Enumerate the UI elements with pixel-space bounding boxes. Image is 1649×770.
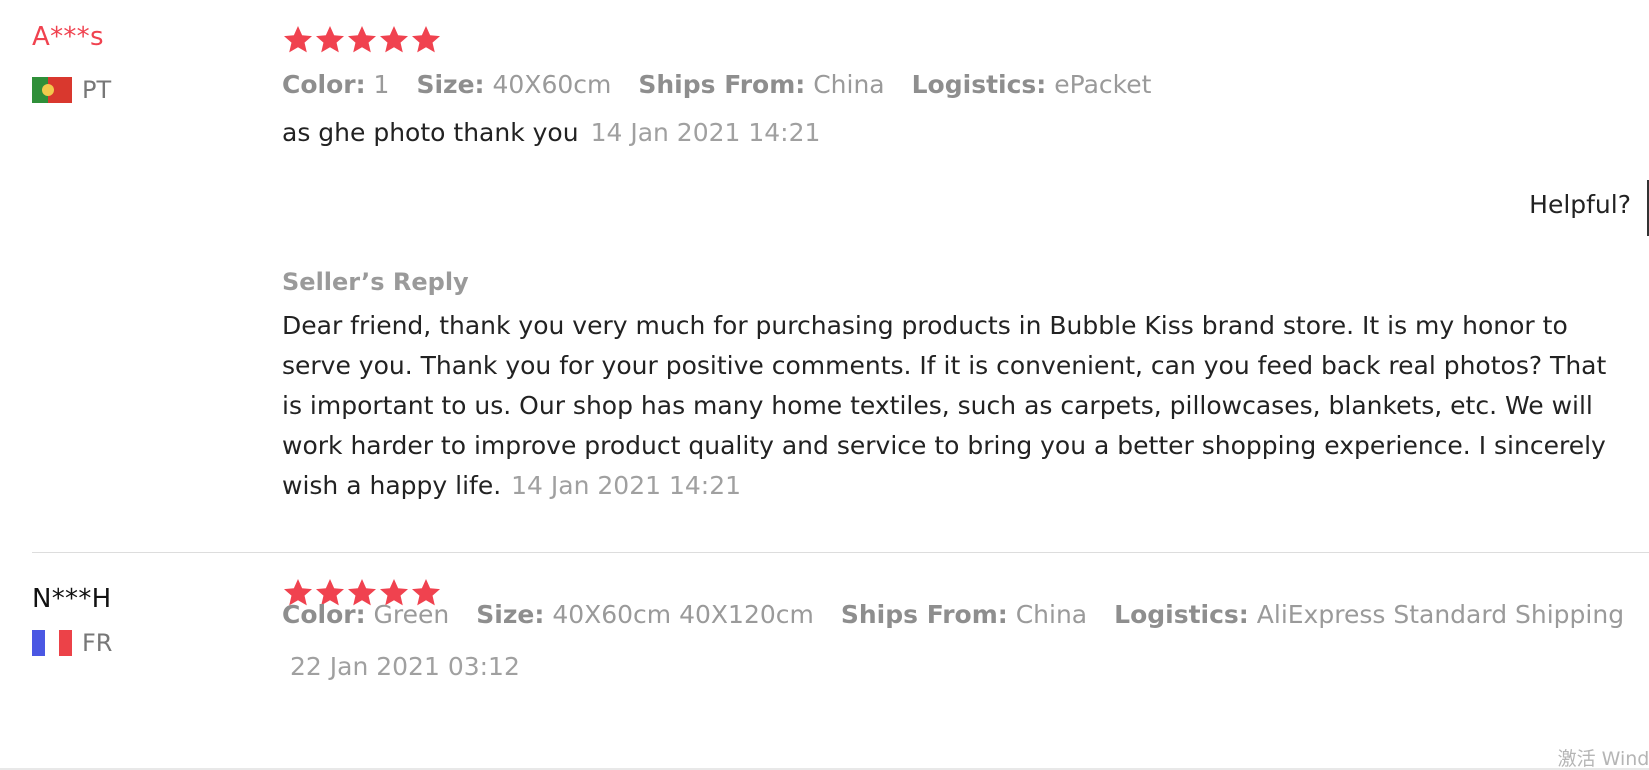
review-text: as ghe photo thank you [282, 118, 579, 147]
review-date: 22 Jan 2021 03:12 [290, 652, 520, 681]
seller-reply-body: Dear friend, thank you very much for pur… [282, 306, 1632, 506]
reviewer-name: A***s [32, 22, 104, 52]
star-icon [378, 24, 410, 56]
country-code: PT [82, 76, 112, 104]
star-rating [282, 24, 442, 56]
size-value: 40X60cm 40X120cm [552, 600, 814, 629]
logistics-value: AliExpress Standard Shipping [1256, 600, 1625, 629]
reviewer-country: FR [32, 629, 112, 657]
review-item: A***s PT Color: 1 Size: 40X60cm Ships Fr… [0, 0, 1649, 552]
color-info: Color: 1 [282, 70, 389, 99]
seller-reply-text: Dear friend, thank you very much for pur… [282, 311, 1607, 500]
star-icon [282, 24, 314, 56]
review-body: as ghe photo thank you 14 Jan 2021 14:21 [282, 118, 820, 147]
review-item: N***H FR Color: Green Size: 40X60cm 40X1… [0, 553, 1649, 770]
logistics-label: Logistics: [911, 70, 1047, 99]
star-icon [346, 24, 378, 56]
color-value: 1 [373, 70, 390, 99]
size-info: Size: 40X60cm [416, 70, 611, 99]
size-value: 40X60cm [492, 70, 612, 99]
color-value: Green [373, 600, 450, 629]
logistics-info: Logistics: AliExpress Standard Shipping [1114, 600, 1624, 629]
review-date: 14 Jan 2021 14:21 [590, 118, 821, 147]
ships-from-value: China [1015, 600, 1088, 629]
star-icon [410, 24, 442, 56]
color-label: Color: [282, 600, 366, 629]
portugal-flag-icon [32, 77, 72, 103]
logistics-info: Logistics: ePacket [912, 70, 1152, 99]
activation-watermark: 激活 Windo [1557, 748, 1649, 770]
color-label: Color: [282, 70, 366, 99]
ships-from-label: Ships From: [840, 600, 1008, 629]
order-info: Color: 1 Size: 40X60cm Ships From: China… [282, 70, 1178, 99]
reviewer-country: PT [32, 76, 111, 104]
size-label: Size: [416, 70, 485, 99]
ships-from-info: Ships From: China [841, 600, 1087, 629]
logistics-value: ePacket [1054, 70, 1152, 99]
color-info: Color: Green [282, 600, 449, 629]
france-flag-icon [32, 630, 72, 656]
seller-reply-date: 14 Jan 2021 14:21 [511, 471, 741, 500]
reviewer-name: N***H [32, 584, 112, 614]
ships-from-label: Ships From: [638, 70, 806, 99]
star-icon [314, 24, 346, 56]
size-label: Size: [476, 600, 545, 629]
reviews-page: A***s PT Color: 1 Size: 40X60cm Ships Fr… [0, 0, 1649, 770]
order-info: Color: Green Size: 40X60cm 40X120cm Ship… [282, 600, 1649, 629]
ships-from-value: China [813, 70, 885, 99]
seller-reply-title: Seller’s Reply [282, 268, 469, 296]
country-code: FR [82, 629, 113, 657]
size-info: Size: 40X60cm 40X120cm [476, 600, 814, 629]
ships-from-info: Ships From: China [638, 70, 884, 99]
logistics-label: Logistics: [1114, 600, 1249, 629]
helpful-button[interactable]: Helpful? [1529, 190, 1631, 219]
